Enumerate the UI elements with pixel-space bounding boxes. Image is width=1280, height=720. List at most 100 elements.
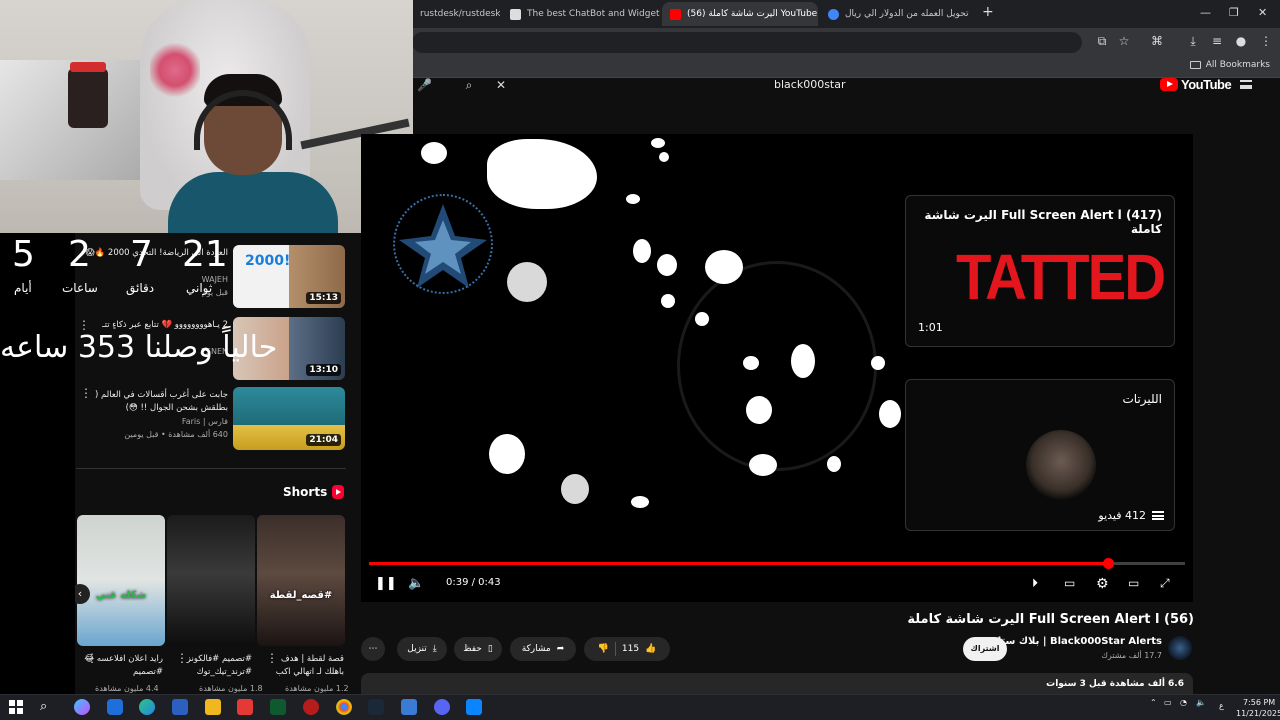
endcard-playlist[interactable]: الليرتات 412 فيديو [905,379,1175,531]
wps-icon[interactable] [237,699,253,715]
volume-icon[interactable]: 🔈 [408,576,424,591]
all-bookmarks-button[interactable]: All Bookmarks [1189,60,1270,70]
share-button[interactable]: مشاركة ➦ [510,637,576,661]
clear-search-icon[interactable]: ✕ [494,78,508,92]
save-button[interactable]: حفظ ▯ [454,637,502,661]
endcard-video[interactable]: Full Screen Alert l (417) اليرت شاشة كام… [905,195,1175,347]
playlist-count-label: 412 فيديو [1098,509,1146,522]
more-options-icon[interactable]: ⋮ [86,652,98,668]
windows-start-icon[interactable] [9,699,25,715]
minimize-icon[interactable]: — [1200,6,1211,19]
share-icon: ➦ [556,644,565,654]
media-control-icon[interactable]: ≡ [1210,34,1224,48]
countdown-days-label: أيام [14,281,32,295]
address-omnibox[interactable] [412,32,1082,53]
channel-name[interactable]: فارس | Faris [182,417,228,426]
tab-chatbot[interactable]: The best ChatBot and Widgets ✕ [502,2,660,26]
short-thumbnail[interactable]: شكله غني [77,515,165,646]
share-label: مشاركة [521,644,551,654]
menu-icon[interactable] [1240,80,1252,89]
endcard-duration: 1:01 [918,321,943,334]
short-views: 1.8 مليون مشاهدة [199,684,263,693]
tab-youtube[interactable]: (56) اليرت شاشة كاملة YouTube ✕ [662,2,818,26]
autoplay-toggle-icon[interactable]: ⏵ [1032,576,1038,591]
store-icon[interactable] [172,699,188,715]
outlook-icon[interactable] [107,699,123,715]
streamer-shirt [168,172,338,233]
settings-gear-icon[interactable]: ⚙ [1096,576,1109,592]
profile-icon[interactable]: ● [1234,34,1248,48]
more-options-icon[interactable]: ⋮ [176,652,188,668]
pause-icon[interactable]: ❚❚ [375,576,397,591]
duration-badge: 21:04 [306,434,341,446]
chrome-icon[interactable] [336,699,352,715]
fullscreen-icon[interactable]: ⤢ [1160,576,1170,591]
tab-rustdesk[interactable]: rustdesk/rustdesk ✕ [412,2,500,26]
more-options-icon[interactable]: ⋮ [80,387,92,403]
subscribe-button[interactable]: اشتراك [963,637,1007,661]
like-dislike-button[interactable]: 👎 115 👍 [584,637,670,661]
particle [507,262,547,302]
channel-name[interactable]: Black000Star Alerts | بلاك ستار [992,636,1162,647]
more-options-icon[interactable]: ⋮ [266,652,278,668]
particle [871,356,885,370]
input-language[interactable]: ع [1219,700,1224,711]
bookmark-star-icon[interactable]: ☆ [1117,34,1131,48]
like-icon[interactable]: 👍 [645,644,656,654]
shield-icon[interactable] [401,699,417,715]
progress-fill [369,562,1109,565]
tab-label: (56) اليرت شاشة كاملة YouTube [687,9,818,19]
new-tab-button[interactable]: + [982,4,994,20]
taskbar-clock[interactable]: 7:56 PM 11/21/2025 [1236,697,1280,719]
speaker-icon[interactable]: 🔈 [1196,697,1206,708]
tab-currency[interactable]: تحويل العمله من الدولار الي ريال ✕ [820,2,972,26]
video-thumbnail[interactable]: 2000! 15:13 [233,245,345,308]
close-window-icon[interactable]: ✕ [1258,6,1267,19]
duration-badge: 15:13 [306,292,341,304]
more-actions-button[interactable]: ⋯ [361,637,385,661]
search-input[interactable]: black000star [774,78,846,91]
copilot-icon[interactable] [74,699,90,715]
particle [705,250,743,284]
particle [489,434,525,474]
youtube-favicon-icon [670,8,681,20]
video-thumbnail[interactable]: 21:04 [233,387,345,450]
wifi-icon[interactable]: ◔ [1180,697,1187,708]
download-icon[interactable]: ⤓ [1186,34,1200,48]
discord-icon[interactable] [434,699,450,715]
dislike-icon[interactable]: 👎 [598,644,609,654]
youtube-logo[interactable]: YouTube [1160,77,1232,92]
excel-icon[interactable] [270,699,286,715]
short-thumbnail[interactable]: #قصه_لقطة [257,515,345,646]
theater-mode-icon[interactable]: ▭ [1128,576,1139,590]
subtitles-icon[interactable]: ▭ [1064,576,1075,590]
progress-bar[interactable] [369,558,1185,569]
restore-icon[interactable]: ❐ [1229,6,1239,19]
install-app-icon[interactable]: ⧉ [1095,34,1109,48]
network-icon[interactable]: ▭ [1164,697,1172,708]
search-icon[interactable]: ⌕ [462,78,476,92]
translate-icon[interactable]: ⌘ [1150,34,1164,48]
search-icon[interactable]: ⌕ [40,699,56,715]
tray-expand-icon[interactable]: ⌃ [1150,697,1157,708]
download-label: تنزيل [407,644,427,654]
steam-icon[interactable] [368,699,384,715]
particle [659,152,669,162]
avatar[interactable] [1168,636,1192,660]
video-player[interactable]: Full Screen Alert l (417) اليرت شاشة كام… [361,134,1193,602]
more-menu-icon[interactable]: ⋮ [1259,34,1273,48]
download-button[interactable]: تنزيل ⤓ [397,637,447,661]
video-title[interactable]: جابت على أغرب أقسالات في العالم ( بطلقش … [78,389,228,415]
voice-search-icon[interactable]: 🎤 [417,78,432,92]
short-caption: #قصه_لقطة [269,590,333,601]
star-logo-shape [399,204,487,288]
edge-icon[interactable] [139,699,155,715]
particle [561,474,589,504]
list-item[interactable]: 21:04 جابت على أغرب أقسالات في العالم ( … [76,387,346,451]
short-thumbnail[interactable] [167,515,255,646]
particle-ring [677,261,877,471]
particle [743,356,759,370]
rustdesk-icon[interactable] [466,699,482,715]
obs-icon[interactable] [303,699,319,715]
file-explorer-icon[interactable] [205,699,221,715]
